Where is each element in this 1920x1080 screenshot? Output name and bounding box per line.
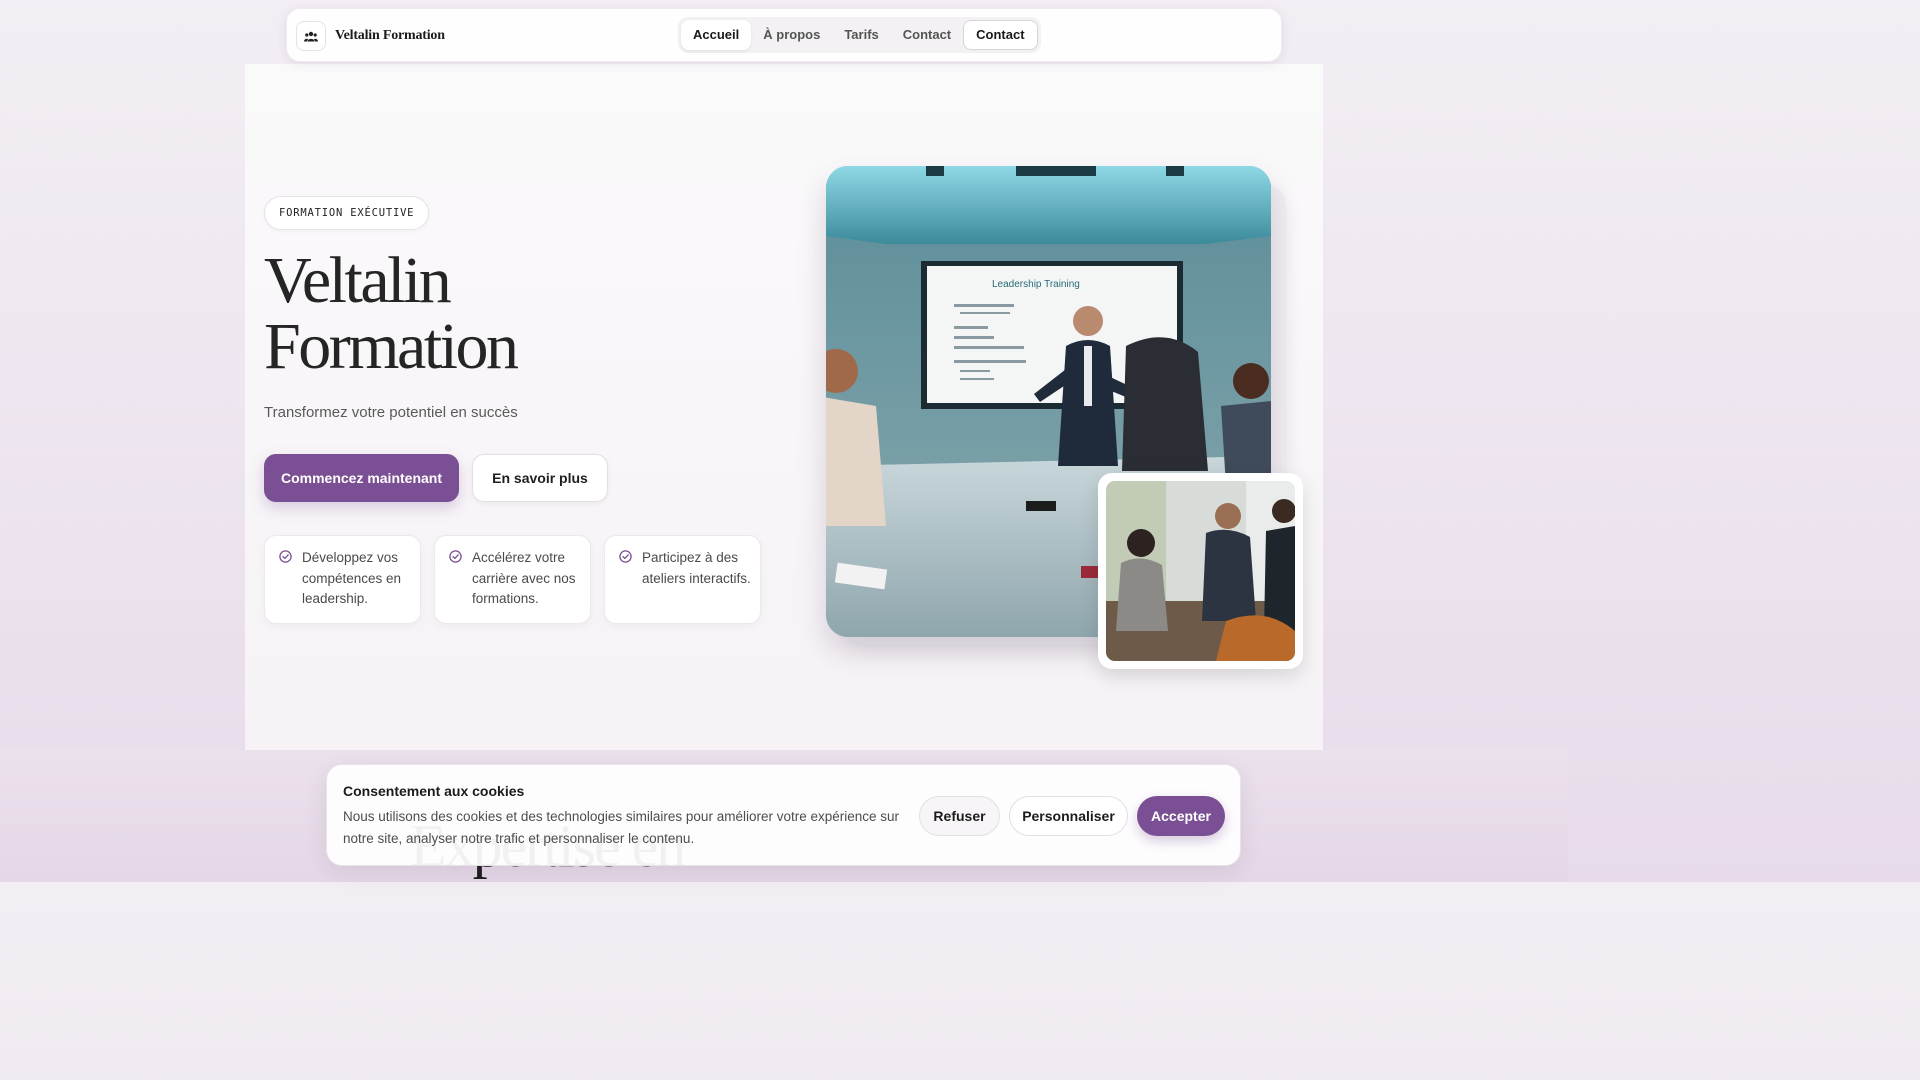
nav-link-accueil[interactable]: Accueil [681, 20, 752, 50]
nav-link-a-propos[interactable]: À propos [751, 20, 832, 50]
hero-subtitle: Transformez votre potentiel en succès [264, 404, 518, 421]
nav-link-tarifs[interactable]: Tarifs [832, 20, 890, 50]
brand[interactable]: Veltalin Formation [296, 21, 445, 51]
hero-title-line2: Formation [264, 310, 519, 383]
nav-contact-button[interactable]: Contact [963, 20, 1038, 50]
check-circle-icon [279, 550, 292, 568]
feature-text: Accélérez votre carrière avec nos format… [472, 550, 576, 606]
navbar: Veltalin Formation Accueil À propos Tari… [286, 8, 1282, 62]
start-now-button[interactable]: Commencez maintenant [264, 454, 459, 502]
refuse-cookies-button[interactable]: Refuser [919, 796, 1000, 836]
hero-badge: FORMATION EXÉCUTIVE [264, 196, 430, 230]
cookie-banner: Consentement aux cookies Nous utilisons … [326, 764, 1241, 866]
hero-title: Veltalin Formation [264, 244, 519, 383]
check-circle-icon [449, 550, 462, 568]
screen-text: Leadership Training [992, 279, 1080, 290]
feature-card: Participez à des ateliers interactifs. [604, 535, 761, 624]
cookie-text: Nous utilisons des cookies et des techno… [343, 809, 900, 846]
nav-link-contact[interactable]: Contact [891, 20, 963, 50]
accept-cookies-button[interactable]: Accepter [1137, 796, 1225, 836]
feature-card: Développez vos compétences en leadership… [264, 535, 421, 624]
check-circle-icon [619, 550, 632, 568]
feature-card: Accélérez votre carrière avec nos format… [434, 535, 591, 624]
brand-name: Veltalin Formation [335, 28, 445, 43]
feature-text: Développez vos compétences en leadership… [302, 550, 402, 606]
learn-more-button[interactable]: En savoir plus [472, 454, 608, 502]
customize-cookies-button[interactable]: Personnaliser [1009, 796, 1128, 836]
hero-thumb-photo [1106, 481, 1295, 661]
nav-links: Accueil À propos Tarifs Contact Contact [678, 17, 1041, 53]
users-icon [296, 21, 326, 51]
cookie-title: Consentement aux cookies [343, 783, 525, 799]
feature-text: Participez à des ateliers interactifs. [642, 550, 751, 586]
hero-title-line1: Veltalin [264, 244, 452, 317]
